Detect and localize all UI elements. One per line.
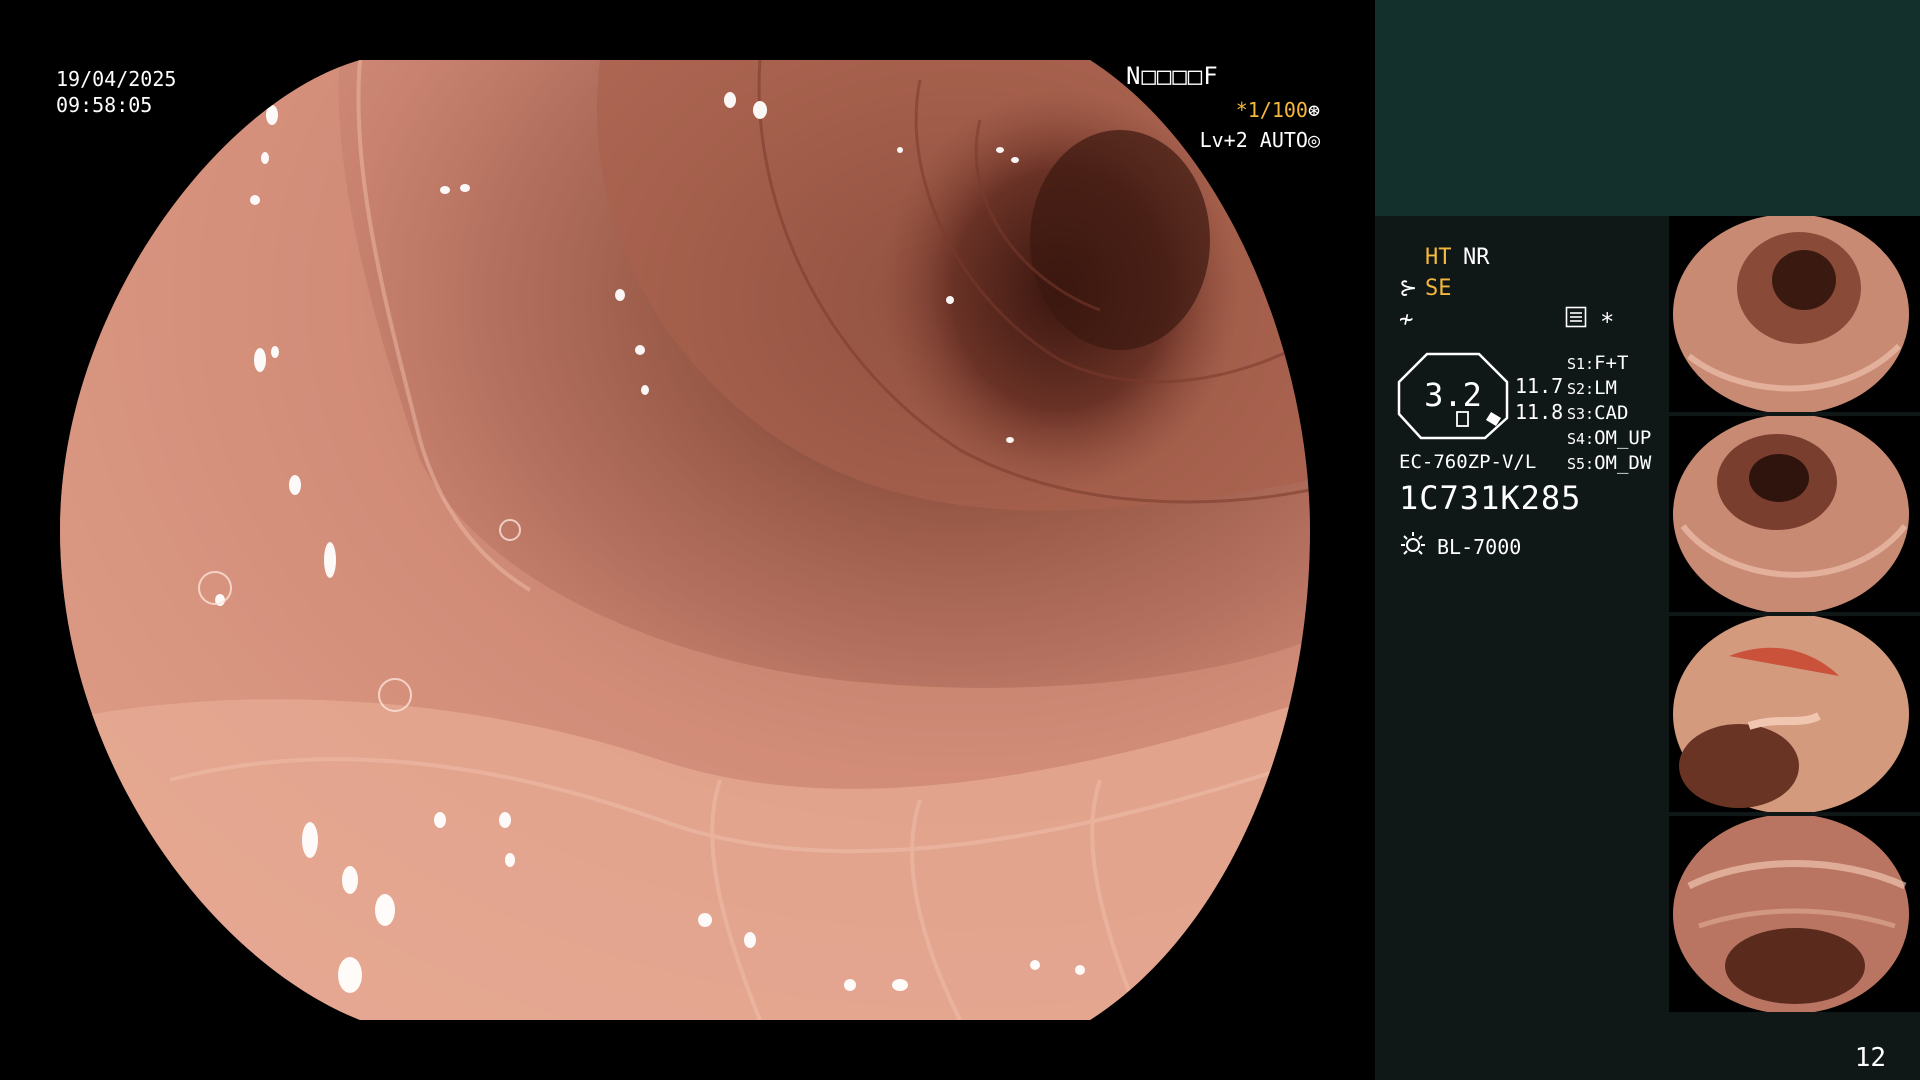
preset-s4: S4:OM_UP [1567, 427, 1652, 449]
preset-s1: S1:F+T [1567, 352, 1629, 374]
zoom-badge: 3.2 [1397, 352, 1509, 440]
time-text: 09:58:05 [56, 93, 153, 117]
shutter-speed: *1/100⊛ [1236, 100, 1320, 120]
panel-header-area [1375, 0, 1920, 216]
shutter-value: *1/100 [1235, 98, 1308, 122]
zoom-reading-b: 11.8 [1515, 400, 1564, 424]
thumbnail-2[interactable] [1669, 416, 1920, 612]
scope-model: EC-760ZP-V/L [1399, 451, 1537, 473]
se-indicator: SE [1425, 276, 1452, 301]
light-source-icon [1401, 532, 1425, 555]
preset-s5: S5:OM_DW [1567, 452, 1652, 474]
thumbnail-3[interactable] [1669, 616, 1920, 812]
endoscope-image [60, 60, 1310, 1020]
preset-s3: S3:CAD [1567, 402, 1629, 424]
zoom-reading-a: 11.7 [1515, 374, 1564, 398]
patient-id: N□□□□F [1126, 62, 1219, 90]
scope-serial: 1C731K285 [1399, 479, 1582, 517]
endoscope-live-view [60, 60, 1310, 1020]
star-indicator: * [1600, 308, 1615, 336]
menu-icon [1565, 306, 1587, 328]
light-source-label: BL-7000 [1437, 535, 1522, 559]
ht-indicator: HT [1425, 245, 1452, 270]
se-icon: ⊱ [1399, 276, 1418, 301]
enhance-icon: ≁ [1399, 305, 1414, 333]
shutter-icon: ⊛ [1307, 98, 1320, 122]
brightness-level: Lv+2 AUTO◎ [1200, 130, 1320, 150]
level-value: Lv+2 AUTO [1199, 128, 1308, 152]
page-number: 12 [1854, 1043, 1886, 1073]
thumbnail-1[interactable] [1669, 216, 1920, 412]
info-panel: HT NR ⊱ SE ≁ * 3.2 11.7 11.8 S1:F+T S2:L… [1375, 0, 1920, 1080]
date-time-display: 19/04/2025 09:58:05 [56, 66, 176, 118]
thumbnail-4[interactable] [1669, 816, 1920, 1012]
nr-indicator: NR [1463, 245, 1490, 270]
date-text: 19/04/2025 [56, 67, 177, 91]
zoom-value: 3.2 [1424, 376, 1482, 414]
preset-s2: S2:LM [1567, 377, 1617, 399]
auto-icon: ◎ [1307, 128, 1320, 152]
